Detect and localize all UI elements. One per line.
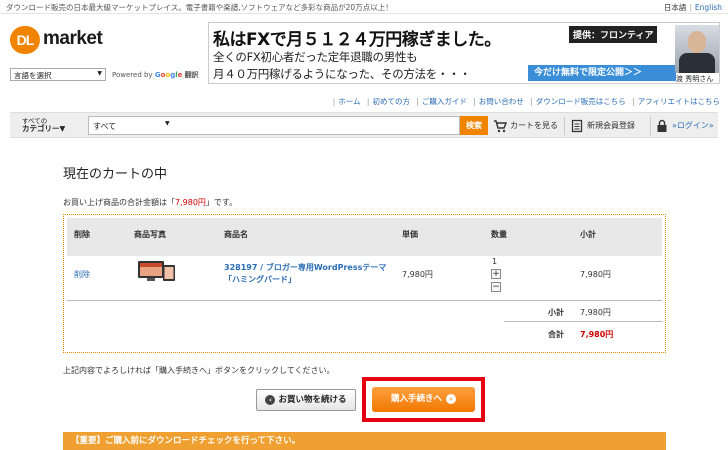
checkout-instruction: 上記内容でよろしければ「購入手続きへ」ボタンをクリックしてください。 xyxy=(63,366,335,375)
sub-navigation: | ホーム | 初めての方 | ご購入ガイド | お問い合わせ | ダウンロード販売はこち… xyxy=(329,96,720,107)
nav-purchase-guide-link[interactable]: | ご購入ガイド xyxy=(416,96,467,107)
banner-person-photo xyxy=(675,25,719,73)
banner-headline: 私はFXで月５１２４万円稼ぎました。 xyxy=(213,30,501,50)
cart-table: 削除 商品写真 商品名 単価 数量 小計 削除 328197 / ブロガー専用W… xyxy=(63,214,666,353)
delete-item-link[interactable]: 削除 xyxy=(74,269,90,280)
top-bar: ダウンロード販売の日本最大級マーケットプレイス。電子書籍や楽譜,ソフトウェアなど… xyxy=(0,0,728,14)
download-check-notice[interactable]: 【重要】ご購入前にダウンロードチェックを行って下さい。 xyxy=(63,432,666,450)
translate-select-label: 言語を選択 xyxy=(14,71,52,80)
banner-line-1: 全くのFX初心者だった定年退職の男性も xyxy=(213,50,418,64)
col-header-subtotal: 小計 xyxy=(580,230,596,239)
google-logo: Google xyxy=(154,71,183,79)
total-label: 合計 xyxy=(548,330,564,339)
proceed-to-checkout-label: 購入手続きへ xyxy=(390,394,442,404)
ad-banner[interactable]: 私はFXで月５１２４万円稼ぎました。 提供：フロンティア 全くのFX初心者だった… xyxy=(208,22,720,84)
continue-shopping-label: お買い物を続ける xyxy=(278,395,347,405)
banner-cta-button[interactable]: 今だけ無料で限定公開＞＞ xyxy=(528,65,676,81)
total-suffix: 」です。 xyxy=(205,198,238,207)
register-link[interactable]: 新規会員登録 xyxy=(570,118,635,134)
chevron-down-icon: ▼ xyxy=(165,120,170,127)
row-divider xyxy=(67,300,662,301)
subtotal-value: 7,980円 xyxy=(580,308,611,317)
unit-price: 7,980円 xyxy=(402,270,433,279)
register-label: 新規会員登録 xyxy=(587,121,635,130)
search-select-value: すべて xyxy=(93,122,117,131)
banner-line-2: 月４０万円稼げるようになった、その方法を・・・ xyxy=(213,67,471,81)
nav-contact-link[interactable]: | お問い合わせ xyxy=(473,96,524,107)
product-name-link[interactable]: 328197 / ブロガー専用WordPressテーマ「ハミングバード」 xyxy=(224,262,388,286)
view-cart-link[interactable]: カートを見る xyxy=(493,118,558,134)
category-label-big: カテゴリー▼ xyxy=(22,124,66,133)
lang-english-link[interactable]: English xyxy=(695,3,722,12)
proceed-to-checkout-button[interactable]: 購入手続きへ › xyxy=(372,387,475,412)
translate-language-select[interactable]: 言語を選択 ▼ xyxy=(10,68,106,81)
item-subtotal: 7,980円 xyxy=(580,270,611,279)
view-cart-label: カートを見る xyxy=(510,121,558,130)
banner-person-name: 渡 秀明さん xyxy=(676,75,714,83)
search-category-select[interactable]: すべて ▼ xyxy=(88,116,460,135)
toolbar-divider xyxy=(564,117,565,135)
nav-affiliate-link[interactable]: | アフィリエイトはこちら xyxy=(632,96,720,107)
lang-separator: | xyxy=(689,3,692,12)
chevron-left-icon: ‹ xyxy=(265,394,276,405)
total-amount: 7,980円 xyxy=(175,198,206,207)
lock-icon xyxy=(657,119,667,132)
cart-icon xyxy=(494,119,507,132)
total-prefix: お買い上げ商品の合計金額は「 xyxy=(63,198,175,207)
login-link[interactable]: »ログイン» xyxy=(655,118,714,134)
quantity-increase-button[interactable]: + xyxy=(491,269,501,279)
continue-shopping-button[interactable]: ‹ お買い物を続ける xyxy=(256,389,356,411)
nav-sell-link[interactable]: | ダウンロード販売はこちら xyxy=(530,96,626,107)
translate-word: 翻訳 xyxy=(184,71,199,79)
category-dropdown[interactable]: すべての カテゴリー▼ xyxy=(22,117,84,133)
logo-wordmark: market xyxy=(43,28,103,49)
banner-sponsor: 提供：フロンティア xyxy=(569,26,658,43)
login-label: »ログイン» xyxy=(672,121,714,130)
quantity-value: 1 xyxy=(492,257,498,266)
powered-by-text: Powered by xyxy=(112,71,153,79)
chevron-right-icon: › xyxy=(446,393,456,404)
search-bar: すべての カテゴリー▼ すべて ▼ 検索 カートを見る 新規会員登録 »ログイン… xyxy=(10,112,718,138)
col-header-photo: 商品写真 xyxy=(134,230,166,239)
chevron-down-icon: ▼ xyxy=(97,70,102,77)
product-thumbnail[interactable] xyxy=(137,259,177,283)
col-header-quantity: 数量 xyxy=(491,230,507,239)
subtotal-label: 小計 xyxy=(548,308,564,317)
col-header-delete: 削除 xyxy=(74,230,90,239)
col-header-price: 単価 xyxy=(402,230,418,239)
nav-home-link[interactable]: | ホーム xyxy=(333,96,361,107)
document-icon xyxy=(571,119,583,132)
row-divider xyxy=(504,321,662,322)
banner-headline-area: 私はFXで月５１２４万円稼ぎました。 提供：フロンティア xyxy=(209,23,669,50)
powered-by-google: Powered by Google 翻訳 xyxy=(112,70,199,80)
quantity-decrease-button[interactable]: − xyxy=(491,282,501,292)
toolbar-divider xyxy=(650,117,651,135)
logo-badge: DL xyxy=(10,26,40,54)
site-tagline: ダウンロード販売の日本最大級マーケットプレイス。電子書籍や楽譜,ソフトウェアなど… xyxy=(6,3,393,12)
page-title: 現在のカートの中 xyxy=(63,167,168,182)
total-summary-line: お買い上げ商品の合計金額は「7,980円」です。 xyxy=(63,197,237,208)
nav-beginners-link[interactable]: | 初めての方 xyxy=(367,96,410,107)
site-logo[interactable]: DL market xyxy=(10,26,120,54)
lang-japanese-link[interactable]: 日本語 xyxy=(664,3,687,12)
language-links: 日本語 | English xyxy=(664,2,722,13)
col-header-name: 商品名 xyxy=(224,230,248,239)
search-button[interactable]: 検索 xyxy=(460,116,488,135)
total-value: 7,980円 xyxy=(580,330,614,339)
